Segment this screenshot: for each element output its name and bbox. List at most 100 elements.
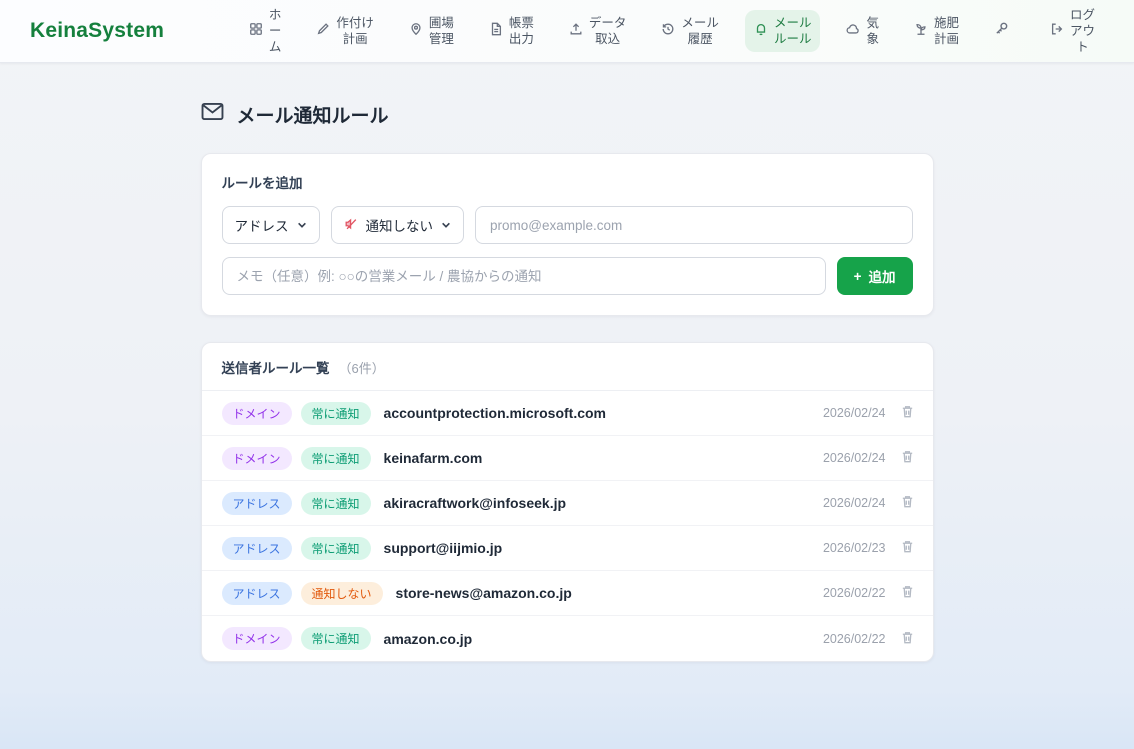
nav-label: 帳票 出力 [509, 15, 534, 48]
dashboard-icon [249, 22, 263, 40]
trash-icon [900, 494, 915, 512]
mute-icon [344, 217, 358, 234]
rule-date: 2026/02/24 [823, 496, 886, 510]
rule-date: 2026/02/24 [823, 406, 886, 420]
rule-action-badge: 常に通知 [301, 537, 371, 560]
add-rule-button[interactable]: + 追加 [837, 257, 913, 295]
page-title: メール通知ルール [201, 101, 934, 128]
rule-target-input[interactable] [475, 206, 913, 244]
rule-type-badge: ドメイン [222, 627, 292, 650]
bell-icon [754, 22, 768, 40]
rule-action-badge: 通知しない [301, 582, 383, 605]
plus-icon: + [854, 269, 862, 284]
rule-memo-input[interactable] [222, 257, 826, 295]
rule-type-badge: ドメイン [222, 447, 292, 470]
trash-icon [900, 539, 915, 557]
nav-label: ホ ー ム [269, 7, 282, 56]
nav-label: 圃場 管理 [429, 15, 454, 48]
delete-rule-button[interactable] [900, 584, 915, 602]
sprout-icon [914, 22, 928, 40]
cloud-icon [846, 22, 860, 40]
chevron-down-icon [297, 218, 307, 233]
rule-value: store-news@amazon.co.jp [396, 585, 572, 601]
logout-icon [1050, 22, 1064, 40]
rule-date: 2026/02/24 [823, 451, 886, 465]
rule-row: アドレス 常に通知 support@iijmio.jp 2026/02/23 [202, 526, 933, 571]
trash-icon [900, 449, 915, 467]
rule-value: support@iijmio.jp [384, 540, 503, 556]
delete-rule-button[interactable] [900, 404, 915, 422]
nav-item-fertilization-plan[interactable]: 施肥 計画 [905, 10, 968, 53]
document-icon [489, 22, 503, 40]
rule-type-value: アドレス [235, 215, 289, 235]
nav-label: 気 象 [866, 15, 879, 48]
add-rule-row-2: + 追加 [222, 257, 913, 295]
add-rule-row-1: アドレス 通知しない [222, 206, 913, 244]
rule-value: accountprotection.microsoft.com [384, 405, 606, 421]
app-logo: KeinaSystem [30, 19, 164, 43]
rule-row: アドレス 常に通知 akiracraftwork@infoseek.jp 202… [202, 481, 933, 526]
rule-action-value: 通知しない [366, 215, 434, 235]
top-navigation-bar: KeinaSystem ホ ー ム 作付け 計画 圃場 管理 帳票 出力 データ… [0, 0, 1134, 63]
nav-item-weather[interactable]: 気 象 [837, 10, 888, 53]
rule-action-badge: 常に通知 [301, 627, 371, 650]
nav-item-password-key[interactable] [985, 16, 1024, 45]
delete-rule-button[interactable] [900, 539, 915, 557]
nav-label: 作付け 計画 [336, 15, 374, 48]
nav-label: メール ルール [774, 15, 812, 48]
nav-label: メール 履歴 [681, 15, 719, 48]
rule-action-select[interactable]: 通知しない [331, 206, 465, 244]
nav-item-field-management[interactable]: 圃場 管理 [400, 10, 463, 53]
rule-value: keinafarm.com [384, 450, 483, 466]
pencil-icon [316, 22, 330, 40]
nav-item-report-output[interactable]: 帳票 出力 [480, 10, 543, 53]
sender-rules-heading: 送信者ルール一覧 [222, 357, 330, 377]
nav-item-data-import[interactable]: データ 取込 [560, 10, 636, 53]
main-nav: ホ ー ム 作付け 計画 圃場 管理 帳票 出力 データ 取込 メール 履歴 メ… [240, 2, 1104, 61]
rule-action-badge: 常に通知 [301, 447, 371, 470]
rule-type-badge: アドレス [222, 582, 292, 605]
trash-icon [900, 630, 915, 648]
rule-type-badge: アドレス [222, 537, 292, 560]
trash-icon [900, 584, 915, 602]
rule-type-badge: アドレス [222, 492, 292, 515]
add-rule-heading: ルールを追加 [222, 172, 913, 192]
rule-value: amazon.co.jp [384, 631, 473, 647]
delete-rule-button[interactable] [900, 630, 915, 648]
rule-date: 2026/02/22 [823, 586, 886, 600]
rule-value: akiracraftwork@infoseek.jp [384, 495, 567, 511]
trash-icon [900, 404, 915, 422]
add-rule-card: ルールを追加 アドレス 通知しない + 追加 [201, 153, 934, 316]
page-title-text: メール通知ルール [237, 101, 389, 128]
nav-label: 施肥 計画 [934, 15, 959, 48]
nav-item-mail-rules[interactable]: メール ルール [745, 10, 821, 53]
rule-row: ドメイン 常に通知 keinafarm.com 2026/02/24 [202, 436, 933, 481]
sender-rules-count: （6件） [339, 358, 385, 377]
rule-action-badge: 常に通知 [301, 402, 371, 425]
nav-item-planting-plan[interactable]: 作付け 計画 [307, 10, 383, 53]
delete-rule-button[interactable] [900, 449, 915, 467]
nav-item-logout[interactable]: ログ アウ ト [1041, 2, 1104, 61]
rule-date: 2026/02/22 [823, 632, 886, 646]
rule-row: ドメイン 常に通知 amazon.co.jp 2026/02/22 [202, 616, 933, 661]
nav-item-home[interactable]: ホ ー ム [240, 2, 291, 61]
nav-item-mail-history[interactable]: メール 履歴 [652, 10, 728, 53]
rule-row: アドレス 通知しない store-news@amazon.co.jp 2026/… [202, 571, 933, 616]
upload-icon [569, 22, 583, 40]
rule-type-badge: ドメイン [222, 402, 292, 425]
nav-label: ログ アウ ト [1070, 7, 1095, 56]
rule-row: ドメイン 常に通知 accountprotection.microsoft.co… [202, 391, 933, 436]
rule-action-badge: 常に通知 [301, 492, 371, 515]
rule-date: 2026/02/23 [823, 541, 886, 555]
sender-rules-header: 送信者ルール一覧 （6件） [202, 343, 933, 391]
add-button-label: 追加 [869, 266, 896, 286]
delete-rule-button[interactable] [900, 494, 915, 512]
envelope-icon [201, 102, 224, 127]
main-content: メール通知ルール ルールを追加 アドレス 通知しない + 追加 [201, 63, 934, 662]
nav-label: データ 取込 [589, 15, 627, 48]
sender-rules-card: 送信者ルール一覧 （6件） ドメイン 常に通知 accountprotectio… [201, 342, 934, 662]
key-icon [994, 21, 1009, 40]
chevron-down-icon [441, 218, 451, 233]
rule-type-select[interactable]: アドレス [222, 206, 320, 244]
history-icon [661, 22, 675, 40]
